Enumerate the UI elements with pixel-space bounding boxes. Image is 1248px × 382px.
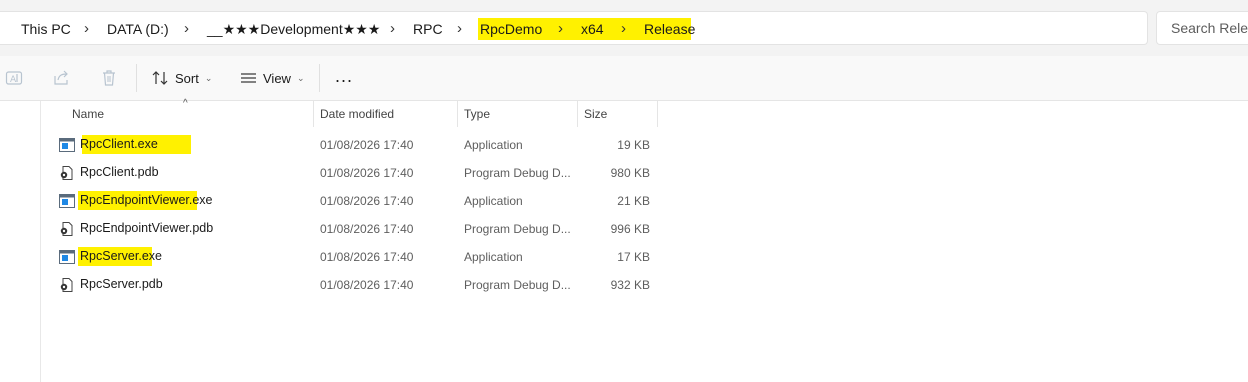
breadcrumb-data-drive[interactable]: DATA (D:) [107,19,169,39]
file-size: 17 KB [617,250,650,264]
chevron-right-icon[interactable]: › [390,19,395,39]
share-icon[interactable] [52,69,70,87]
file-name[interactable]: RpcEndpointViewer.pdb [80,221,213,235]
chevron-right-icon[interactable]: › [558,19,563,39]
command-bar: A Sort ⌄ View ⌄ ... [0,56,1248,101]
file-type: Program Debug D... [464,278,571,292]
column-header-size[interactable]: Size [584,107,607,121]
file-type: Application [464,138,523,152]
file-date: 01/08/2026 17:40 [320,138,414,152]
sort-label: Sort [175,70,199,86]
chevron-right-icon[interactable]: › [621,19,626,39]
more-icon: ... [335,65,354,86]
view-button[interactable]: View ⌄ [240,66,305,90]
pdb-file-icon [60,222,73,236]
svg-text:A: A [10,75,17,85]
delete-icon[interactable] [100,69,118,87]
breadcrumb-rpc[interactable]: RPC [413,19,443,39]
chevron-down-icon: ⌄ [204,72,213,83]
exe-icon [59,138,75,152]
file-size: 980 KB [610,166,650,180]
exe-icon [59,250,75,264]
column-divider[interactable] [657,101,658,127]
column-divider[interactable] [313,101,314,127]
breadcrumb-this-pc[interactable]: This PC [21,19,71,39]
search-placeholder: Search Release [1171,20,1248,36]
toolbar-divider [319,64,320,92]
file-row[interactable]: RpcServer.exe 01/08/2026 17:40 Applicati… [41,243,661,271]
file-name[interactable]: RpcServer.exe [80,249,162,263]
file-row[interactable]: RpcClient.pdb 01/08/2026 17:40 Program D… [41,159,661,187]
sort-ascending-icon: ^ [183,98,188,109]
file-row[interactable]: RpcServer.pdb 01/08/2026 17:40 Program D… [41,271,661,299]
more-options-button[interactable]: ... [335,64,353,88]
file-list: ^ Name Date modified Type Size RpcClient… [0,98,1248,382]
sort-icon [152,70,168,85]
file-size: 932 KB [610,278,650,292]
file-name[interactable]: RpcEndpointViewer.exe [80,193,213,207]
file-size: 21 KB [617,194,650,208]
file-size: 19 KB [617,138,650,152]
breadcrumb-release[interactable]: Release [644,19,695,39]
view-label: View [263,70,291,86]
pdb-file-icon [60,166,73,180]
file-type: Program Debug D... [464,166,571,180]
search-input[interactable]: Search Release [1156,11,1248,45]
chevron-right-icon[interactable]: › [184,19,189,39]
pdb-file-icon [60,278,73,292]
file-type: Application [464,250,523,264]
file-row[interactable]: RpcEndpointViewer.exe 01/08/2026 17:40 A… [41,187,661,215]
file-date: 01/08/2026 17:40 [320,278,414,292]
file-type: Application [464,194,523,208]
file-date: 01/08/2026 17:40 [320,250,414,264]
view-icon [241,72,256,83]
column-header-type[interactable]: Type [464,107,490,121]
file-row[interactable]: RpcEndpointViewer.pdb 01/08/2026 17:40 P… [41,215,661,243]
chevron-right-icon[interactable]: › [457,19,462,39]
file-date: 01/08/2026 17:40 [320,222,414,236]
toolbar-divider [136,64,137,92]
rename-icon[interactable]: A [5,69,23,87]
file-date: 01/08/2026 17:40 [320,194,414,208]
file-date: 01/08/2026 17:40 [320,166,414,180]
file-name[interactable]: RpcClient.exe [80,137,158,151]
breadcrumb-x64[interactable]: x64 [581,19,604,39]
breadcrumb-development[interactable]: __★★★Development★★★ [207,19,380,39]
column-header-date[interactable]: Date modified [320,107,394,121]
column-divider[interactable] [457,101,458,127]
file-name[interactable]: RpcServer.pdb [80,277,163,291]
file-size: 996 KB [610,222,650,236]
breadcrumb-rpcdemo[interactable]: RpcDemo [480,19,542,39]
column-divider[interactable] [577,101,578,127]
file-type: Program Debug D... [464,222,571,236]
file-name[interactable]: RpcClient.pdb [80,165,159,179]
exe-icon [59,194,75,208]
chevron-right-icon[interactable]: › [84,19,89,39]
sort-button[interactable]: Sort ⌄ [152,66,212,90]
column-header-name[interactable]: Name [72,107,104,121]
chevron-down-icon: ⌄ [296,72,305,83]
file-row[interactable]: RpcClient.exe 01/08/2026 17:40 Applicati… [41,131,661,159]
